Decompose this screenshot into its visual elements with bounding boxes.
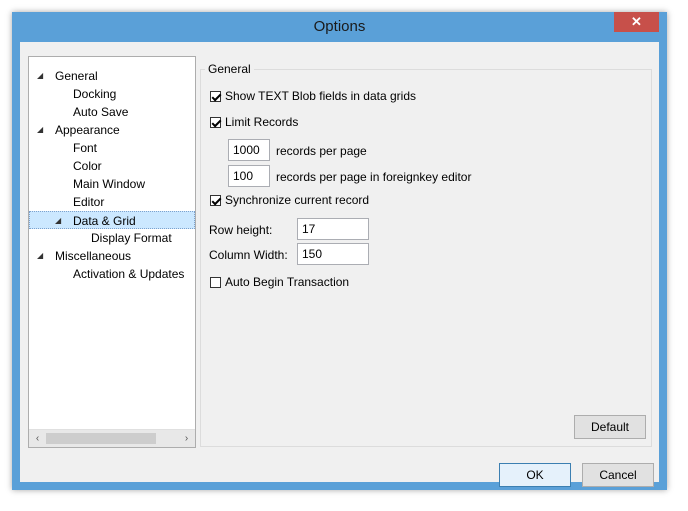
records-per-page-label: records per page — [276, 144, 367, 158]
auto-begin-checkbox[interactable] — [210, 277, 221, 288]
records-per-page-fk-label: records per page in foreignkey editor — [276, 170, 472, 184]
scroll-left-icon[interactable]: ‹ — [29, 430, 46, 447]
tree-item-font[interactable]: Font — [29, 139, 195, 157]
close-button[interactable]: ✕ — [614, 12, 659, 32]
dialog-client: ◢ General Docking Auto Save ◢ Appearance… — [20, 42, 659, 487]
expanded-arrow-icon[interactable]: ◢ — [37, 121, 43, 139]
limit-records-label[interactable]: Limit Records — [225, 115, 298, 129]
horizontal-scrollbar[interactable]: ‹ › — [29, 429, 195, 447]
records-per-page-fk-field[interactable]: 100 — [228, 165, 270, 187]
auto-begin-label[interactable]: Auto Begin Transaction — [225, 275, 349, 289]
tree-item-color[interactable]: Color — [29, 157, 195, 175]
tree-item-appearance[interactable]: ◢ Appearance — [29, 121, 195, 139]
tree-item-general[interactable]: ◢ General — [29, 67, 195, 85]
scroll-right-icon[interactable]: › — [178, 430, 195, 447]
default-button[interactable]: Default — [574, 415, 646, 439]
options-window: Options ✕ ◢ General Docking Auto Save ◢ … — [12, 12, 667, 490]
row-height-label: Row height: — [209, 223, 273, 237]
show-text-blob-label[interactable]: Show TEXT Blob fields in data grids — [225, 89, 416, 103]
tree-item-editor[interactable]: Editor — [29, 193, 195, 211]
show-text-blob-checkbox[interactable] — [210, 91, 221, 102]
close-icon: ✕ — [631, 14, 642, 29]
expanded-arrow-icon[interactable]: ◢ — [37, 67, 43, 85]
tree-item-miscellaneous[interactable]: ◢ Miscellaneous — [29, 247, 195, 265]
ok-button[interactable]: OK — [499, 463, 571, 487]
tree-item-docking[interactable]: Docking — [29, 85, 195, 103]
group-title: General — [205, 62, 254, 76]
column-width-label: Column Width: — [209, 248, 288, 262]
column-width-field[interactable]: 150 — [297, 243, 369, 265]
expanded-arrow-icon[interactable]: ◢ — [55, 212, 61, 230]
title-bar[interactable]: Options ✕ — [12, 12, 667, 42]
tree-item-main-window[interactable]: Main Window — [29, 175, 195, 193]
scroll-thumb[interactable] — [46, 433, 156, 444]
expanded-arrow-icon[interactable]: ◢ — [37, 247, 43, 265]
options-tree[interactable]: ◢ General Docking Auto Save ◢ Appearance… — [28, 56, 196, 448]
tree-item-display-format[interactable]: Display Format — [29, 229, 195, 247]
row-height-field[interactable]: 17 — [297, 218, 369, 240]
cancel-button[interactable]: Cancel — [582, 463, 654, 487]
tree-item-auto-save[interactable]: Auto Save — [29, 103, 195, 121]
tree-item-data-grid[interactable]: ◢ Data & Grid — [29, 211, 195, 229]
limit-records-checkbox[interactable] — [210, 117, 221, 128]
window-title: Options — [313, 18, 366, 35]
sync-record-label[interactable]: Synchronize current record — [225, 193, 369, 207]
tree-item-activation-updates[interactable]: Activation & Updates — [29, 265, 195, 283]
records-per-page-field[interactable]: 1000 — [228, 139, 270, 161]
sync-record-checkbox[interactable] — [210, 195, 221, 206]
